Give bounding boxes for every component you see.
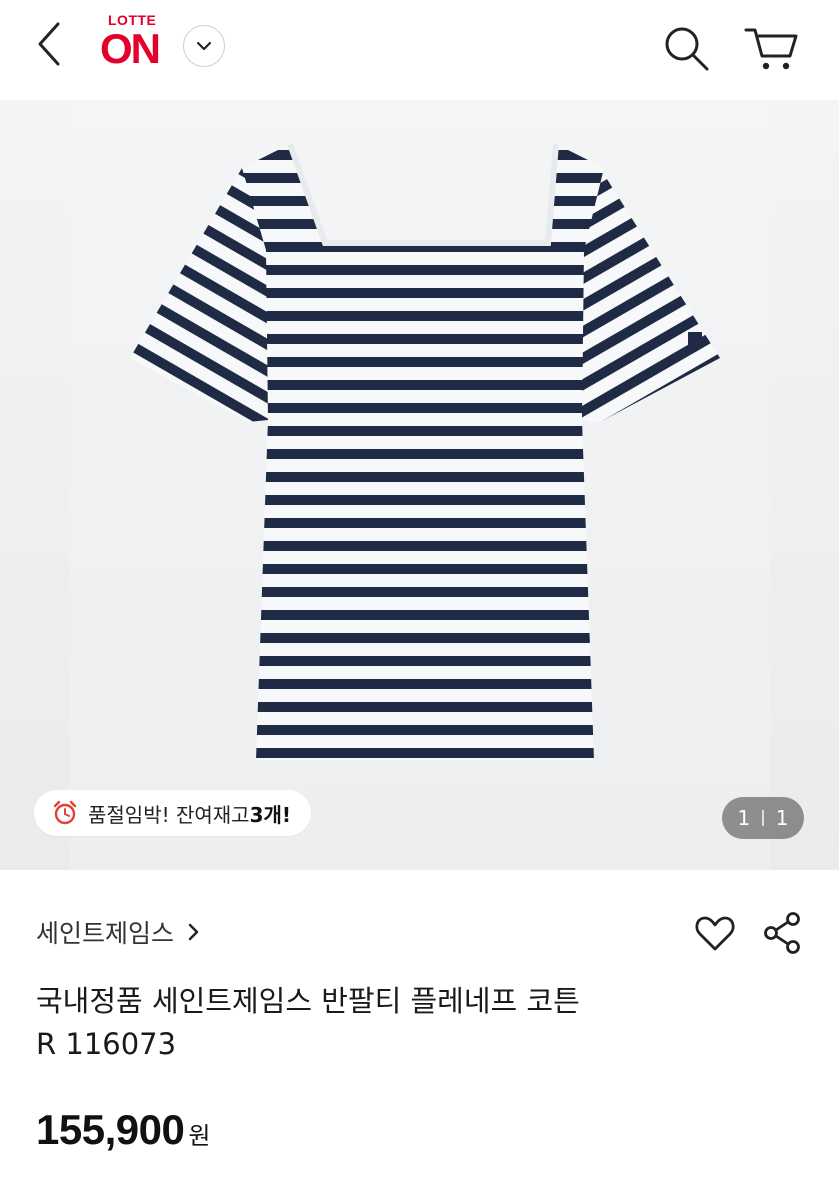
search-icon xyxy=(665,27,709,71)
product-image xyxy=(130,143,720,760)
service-menu-button[interactable] xyxy=(183,25,225,67)
chevron-down-icon xyxy=(196,41,212,51)
cart-button[interactable] xyxy=(744,22,800,76)
product-title-line-2: R 116073 xyxy=(36,1027,177,1061)
top-nav-bar: LOTTE ON xyxy=(0,0,839,100)
pager-total: 1 xyxy=(775,806,789,830)
pager-divider xyxy=(762,810,764,826)
back-button[interactable] xyxy=(28,18,72,74)
pager-current: 1 xyxy=(737,806,751,830)
brand-link[interactable]: 세인트제임스 xyxy=(36,912,200,952)
image-pager: 1 1 xyxy=(722,797,804,839)
wishlist-button[interactable] xyxy=(693,912,737,956)
back-icon xyxy=(38,22,60,66)
share-icon xyxy=(764,912,800,954)
search-button[interactable] xyxy=(660,22,714,76)
heart-icon xyxy=(695,916,735,951)
product-title-line-1: 국내정품 세인트제임스 반팔티 플레네프 코튼 xyxy=(36,984,580,1018)
brand-name: 세인트제임스 xyxy=(36,919,175,948)
cart-icon xyxy=(744,28,798,70)
price-row: 155,900 원 xyxy=(36,1106,210,1154)
product-price: 155,900 xyxy=(36,1106,185,1153)
lotte-on-logo[interactable]: LOTTE ON xyxy=(100,12,170,72)
share-button[interactable] xyxy=(762,910,804,956)
product-title: 국내정품 세인트제임스 반팔티 플레네프 코튼 R 116073 xyxy=(36,980,776,1066)
price-unit: 원 xyxy=(188,1122,211,1150)
low-stock-text: 품절임박! 잔여재고 xyxy=(88,802,250,827)
product-image-gallery[interactable]: 품절임박! 잔여재고 3개! 1 1 xyxy=(0,100,839,870)
remaining-stock-count: 3개! xyxy=(249,802,292,827)
chevron-right-icon xyxy=(188,923,199,941)
logo-main-text: ON xyxy=(100,25,161,72)
alarm-clock-icon xyxy=(53,800,77,825)
low-stock-badge: 품절임박! 잔여재고 3개! xyxy=(34,790,312,836)
